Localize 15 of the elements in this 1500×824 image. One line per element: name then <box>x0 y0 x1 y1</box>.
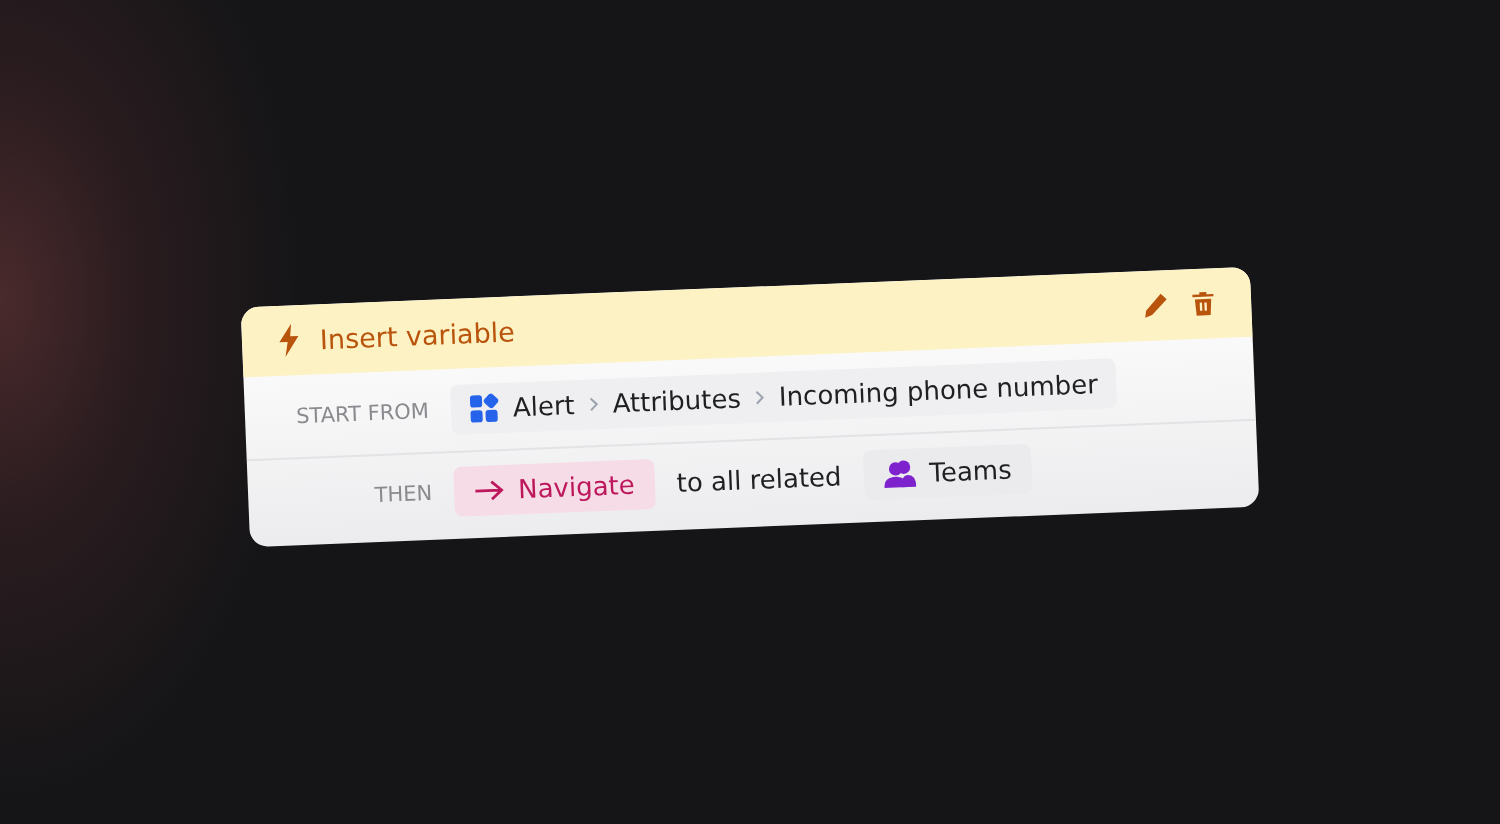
chevron-icon <box>754 389 766 406</box>
lightning-icon <box>277 323 301 358</box>
path-label: Alert <box>512 390 576 423</box>
path-label: Attributes <box>612 383 742 419</box>
arrow-right-icon <box>473 479 505 502</box>
chevron-icon <box>588 396 599 413</box>
people-icon <box>882 458 916 490</box>
path-label: Incoming phone number <box>778 369 1099 412</box>
variable-path-chip[interactable]: Alert Attributes Incoming phone number <box>449 358 1117 435</box>
row-label: THEN <box>373 480 433 510</box>
action-chip[interactable]: Navigate <box>453 458 656 517</box>
row-label: START FROM <box>294 398 430 430</box>
card-title: Insert variable <box>319 315 516 355</box>
connector-text: to all related <box>676 461 843 498</box>
grid-icon <box>468 393 500 425</box>
